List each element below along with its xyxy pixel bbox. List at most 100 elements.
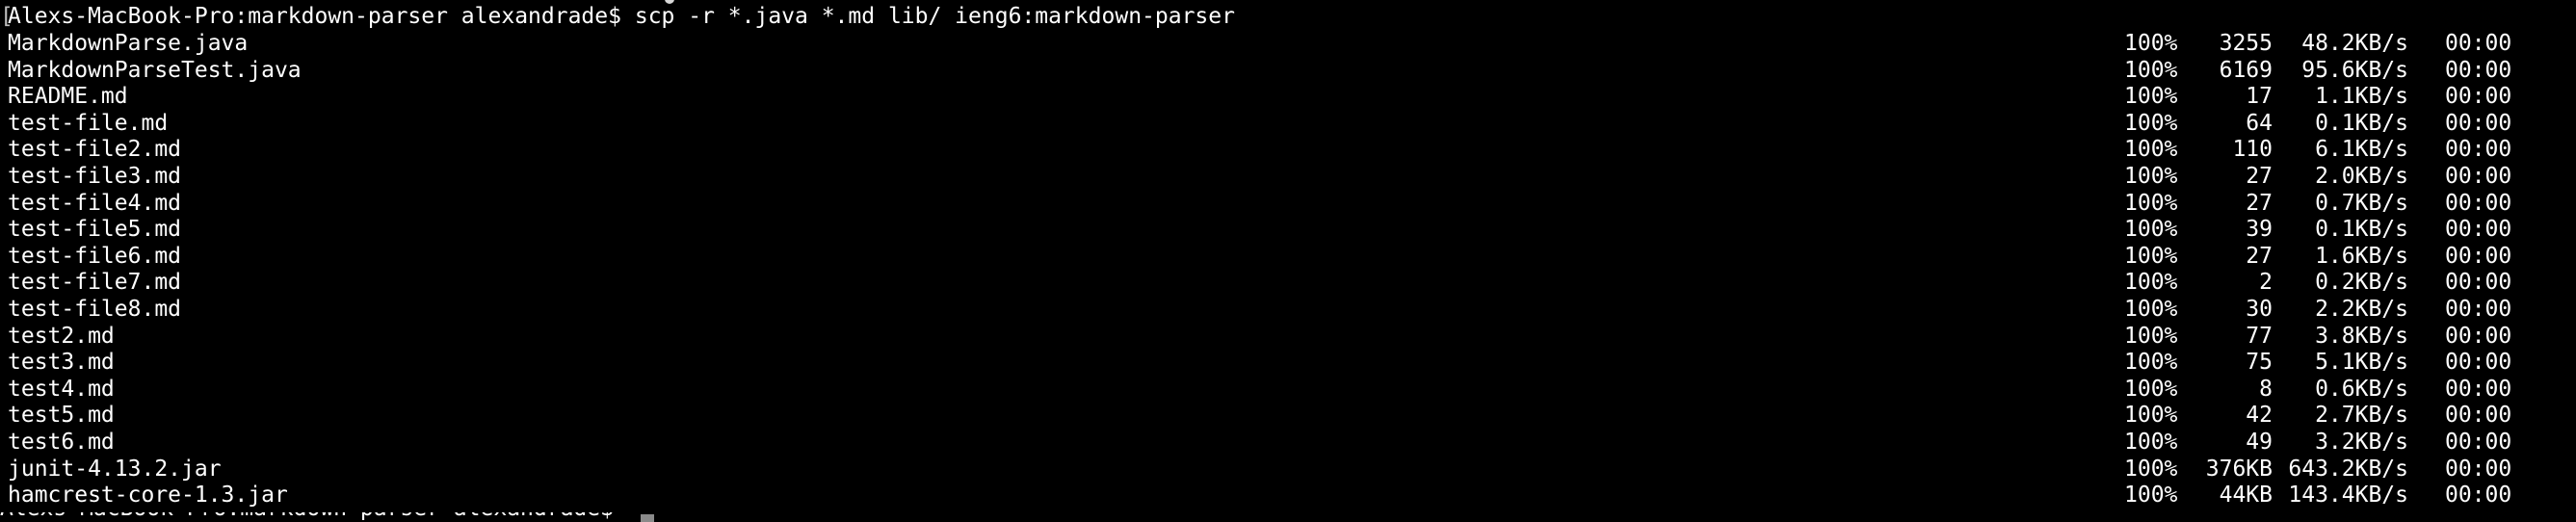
transfer-file-name: test-file3.md xyxy=(8,164,182,189)
transfer-row: test4.md 100% 8 0.6KB/s 00:00 xyxy=(0,376,2576,403)
transfer-rate: 0.1KB/s xyxy=(2315,217,2408,243)
transfer-file-name: hamcrest-core-1.3.jar xyxy=(8,483,288,509)
transfer-size: 39 xyxy=(2246,217,2273,243)
transfer-percent: 100% xyxy=(2124,297,2178,322)
transfer-percent: 100% xyxy=(2124,376,2178,402)
command-line: [Alexs-MacBook-Pro:markdown-parser alexa… xyxy=(0,3,1235,30)
transfer-percent: 100% xyxy=(2124,190,2178,216)
transfer-rate: 643.2KB/s xyxy=(2288,456,2408,482)
transfer-size: 6169 xyxy=(2219,57,2273,83)
transfer-file-name: test-file5.md xyxy=(8,217,182,243)
transfer-file-name: test-file4.md xyxy=(8,190,182,216)
transfer-row: junit-4.13.2.jar 100% 376KB 643.2KB/s 00:00 xyxy=(0,456,2576,483)
transfer-rate: 3.2KB/s xyxy=(2315,430,2408,455)
transfer-size: 42 xyxy=(2246,403,2273,429)
transfer-rate: 0.2KB/s xyxy=(2315,270,2408,296)
transfer-row: test-file3.md 100% 27 2.0KB/s 00:00 xyxy=(0,163,2576,190)
transfer-eta: 00:00 xyxy=(2445,376,2512,402)
transfer-size: 77 xyxy=(2246,323,2273,349)
transfer-file-name: test5.md xyxy=(8,403,115,429)
transfer-row: test-file6.md 100% 27 1.6KB/s 00:00 xyxy=(0,243,2576,270)
transfer-row: test-file2.md 100% 110 6.1KB/s 00:00 xyxy=(0,136,2576,163)
transfer-file-name: test-file2.md xyxy=(8,137,182,163)
next-prompt-line: Alexs-MacBook-Pro:markdown-parser alexan… xyxy=(0,512,2576,522)
transfer-file-name: test-file6.md xyxy=(8,243,182,269)
transfer-percent: 100% xyxy=(2124,243,2178,269)
transfer-file-name: MarkdownParse.java xyxy=(8,31,249,56)
transfer-file-name: test6.md xyxy=(8,430,115,455)
transfer-eta: 00:00 xyxy=(2445,297,2512,322)
transfer-size: 30 xyxy=(2246,297,2273,322)
transfer-percent: 100% xyxy=(2124,84,2178,110)
transfer-rate: 2.7KB/s xyxy=(2315,403,2408,429)
line-marker: [ xyxy=(0,4,13,29)
transfer-eta: 00:00 xyxy=(2445,456,2512,482)
transfer-eta: 00:00 xyxy=(2445,217,2512,243)
transfer-rate: 0.6KB/s xyxy=(2315,376,2408,402)
transfer-percent: 100% xyxy=(2124,483,2178,509)
transfer-row: test-file.md 100% 64 0.1KB/s 00:00 xyxy=(0,110,2576,137)
transfer-rate: 3.8KB/s xyxy=(2315,323,2408,349)
transfer-row: test-file8.md 100% 30 2.2KB/s 00:00 xyxy=(0,296,2576,323)
transfer-row: test-file4.md 100% 27 0.7KB/s 00:00 xyxy=(0,190,2576,217)
transfer-file-name: junit-4.13.2.jar xyxy=(8,456,222,482)
transfer-percent: 100% xyxy=(2124,217,2178,243)
transfer-percent: 100% xyxy=(2124,456,2178,482)
next-shell-prompt: Alexs-MacBook-Pro:markdown-parser alexan… xyxy=(0,512,614,522)
transfer-rate: 1.6KB/s xyxy=(2315,243,2408,269)
transfer-rate: 2.0KB/s xyxy=(2315,164,2408,189)
transfer-percent: 100% xyxy=(2124,323,2178,349)
transfer-size: 44KB xyxy=(2219,483,2273,509)
transfer-rate: 0.7KB/s xyxy=(2315,190,2408,216)
transfer-percent: 100% xyxy=(2124,270,2178,296)
transfer-eta: 00:00 xyxy=(2445,137,2512,163)
transfer-eta: 00:00 xyxy=(2445,110,2512,136)
transfer-row: MarkdownParseTest.java 100% 6169 95.6KB/s 00… xyxy=(0,57,2576,84)
transfer-size: 8 xyxy=(2259,376,2273,402)
transfer-size: 110 xyxy=(2232,137,2273,163)
transfer-row: test-file5.md 100% 39 0.1KB/s 00:00 xyxy=(0,216,2576,243)
transfer-size: 3255 xyxy=(2219,31,2273,56)
transfer-row: hamcrest-core-1.3.jar 100% 44KB 143.4KB/s 00… xyxy=(0,482,2576,509)
transfer-size: 64 xyxy=(2246,110,2273,136)
transfer-eta: 00:00 xyxy=(2445,57,2512,83)
transfer-row: README.md 100% 17 1.1KB/s 00:00 xyxy=(0,83,2576,110)
transfer-size: 75 xyxy=(2246,350,2273,376)
terminal-window[interactable]: [Alexs-MacBook-Pro:markdown-parser alexa… xyxy=(0,0,2576,522)
transfer-file-name: test2.md xyxy=(8,323,115,349)
transfer-size: 27 xyxy=(2246,190,2273,216)
transfer-percent: 100% xyxy=(2124,31,2178,56)
text-cursor xyxy=(641,514,654,522)
transfer-eta: 00:00 xyxy=(2445,430,2512,455)
transfer-eta: 00:00 xyxy=(2445,403,2512,429)
transfer-eta: 00:00 xyxy=(2445,323,2512,349)
transfer-size: 376KB xyxy=(2205,456,2273,482)
transfer-rate: 1.1KB/s xyxy=(2315,84,2408,110)
transfer-percent: 100% xyxy=(2124,430,2178,455)
transfer-row: test3.md 100% 75 5.1KB/s 00:00 xyxy=(0,349,2576,376)
transfer-size: 49 xyxy=(2246,430,2273,455)
transfer-file-name: test3.md xyxy=(8,350,115,376)
transfer-file-name: test-file7.md xyxy=(8,270,182,296)
transfer-rate: 6.1KB/s xyxy=(2315,137,2408,163)
transfer-row: test6.md 100% 49 3.2KB/s 00:00 xyxy=(0,429,2576,456)
transfer-rate: 95.6KB/s xyxy=(2301,57,2408,83)
transfer-percent: 100% xyxy=(2124,403,2178,429)
transfer-eta: 00:00 xyxy=(2445,243,2512,269)
transfer-file-name: test4.md xyxy=(8,376,115,402)
transfer-eta: 00:00 xyxy=(2445,164,2512,189)
transfer-percent: 100% xyxy=(2124,110,2178,136)
transfer-eta: 00:00 xyxy=(2445,483,2512,509)
transfer-eta: 00:00 xyxy=(2445,270,2512,296)
transfer-size: 27 xyxy=(2246,243,2273,269)
transfer-percent: 100% xyxy=(2124,164,2178,189)
transfer-row: test-file7.md 100% 2 0.2KB/s 00:00 xyxy=(0,269,2576,296)
shell-prompt: Alexs-MacBook-Pro:markdown-parser alexan… xyxy=(8,4,621,29)
transfer-rate: 2.2KB/s xyxy=(2315,297,2408,322)
transfer-eta: 00:00 xyxy=(2445,190,2512,216)
transfer-row: MarkdownParse.java 100% 3255 48.2KB/s 00:00 xyxy=(0,30,2576,57)
transfer-percent: 100% xyxy=(2124,57,2178,83)
transfer-rate: 0.1KB/s xyxy=(2315,110,2408,136)
transfer-percent: 100% xyxy=(2124,137,2178,163)
transfer-size: 17 xyxy=(2246,84,2273,110)
